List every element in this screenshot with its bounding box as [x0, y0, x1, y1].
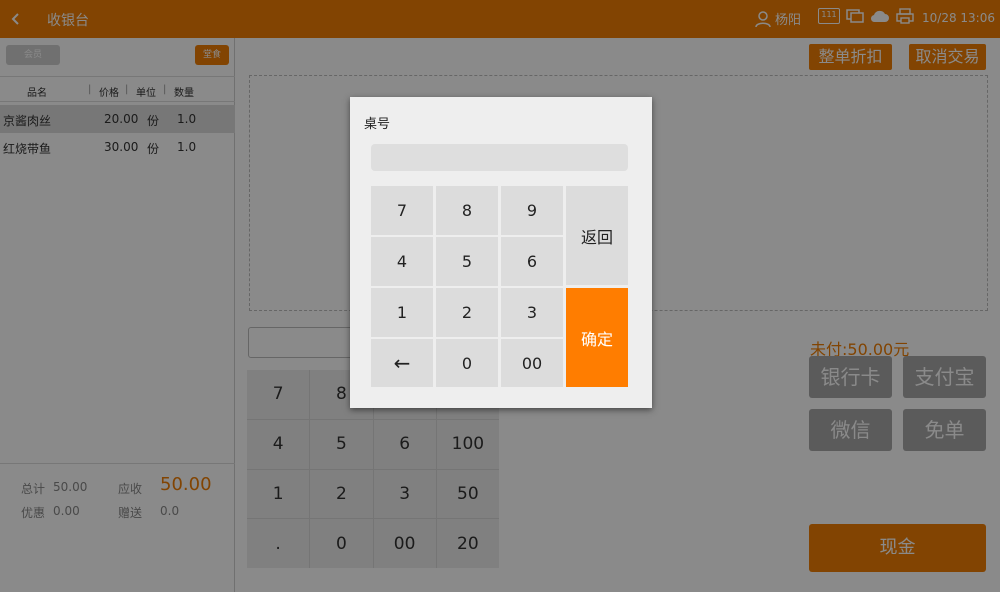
dialog-title: 桌号: [364, 117, 391, 132]
dialog-key-1[interactable]: 1: [371, 288, 433, 337]
dialog-key-8[interactable]: 8: [436, 186, 498, 235]
dialog-key-3[interactable]: 3: [501, 288, 563, 337]
table-number-input[interactable]: [371, 144, 628, 171]
dialog-confirm-button[interactable]: 确定: [566, 288, 628, 387]
table-number-dialog: 桌号 7 8 9 返回 4 5 6 1 2 3 确定 ← 0 00: [350, 97, 652, 408]
backspace-button[interactable]: ←: [371, 339, 433, 387]
dialog-key-00[interactable]: 00: [501, 339, 563, 387]
dialog-key-0[interactable]: 0: [436, 339, 498, 387]
dialog-key-5[interactable]: 5: [436, 237, 498, 286]
dialog-key-4[interactable]: 4: [371, 237, 433, 286]
dialog-key-6[interactable]: 6: [501, 237, 563, 286]
dialog-key-7[interactable]: 7: [371, 186, 433, 235]
dialog-back-button[interactable]: 返回: [566, 186, 628, 285]
dialog-key-9[interactable]: 9: [501, 186, 563, 235]
dialog-key-2[interactable]: 2: [436, 288, 498, 337]
